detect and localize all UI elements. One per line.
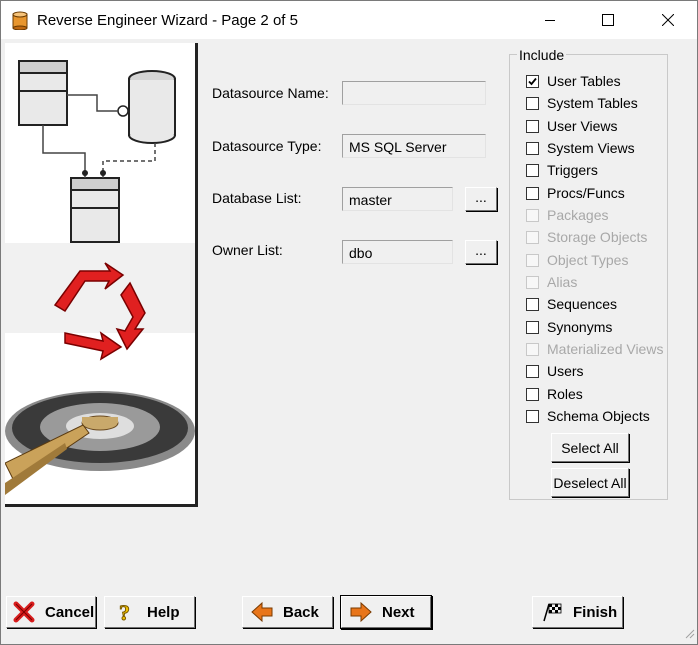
database-app-icon xyxy=(12,11,28,31)
include-option-row[interactable]: Roles xyxy=(526,385,583,403)
include-option-label: Synonyms xyxy=(547,319,613,335)
deselect-all-button[interactable]: Deselect All xyxy=(551,468,629,497)
include-checkbox xyxy=(526,230,539,244)
include-option-label: Triggers xyxy=(547,162,598,178)
minimize-icon[interactable] xyxy=(527,1,573,39)
database-list-browse-button[interactable]: ... xyxy=(465,187,497,211)
include-checkbox[interactable] xyxy=(526,186,539,200)
include-option-label: Alias xyxy=(547,274,578,290)
database-list-field[interactable]: master xyxy=(342,187,453,211)
back-label: Back xyxy=(283,603,319,621)
owner-list-field[interactable]: dbo xyxy=(342,240,453,264)
include-checkbox[interactable] xyxy=(526,163,539,177)
database-list-label: Database List: xyxy=(212,190,302,206)
include-option-row: Packages xyxy=(526,206,608,224)
back-arrow-icon xyxy=(251,601,273,623)
include-checkbox[interactable] xyxy=(526,387,539,401)
include-option-row[interactable]: Procs/Funcs xyxy=(526,184,625,202)
help-label: Help xyxy=(147,603,180,621)
wizard-window: Reverse Engineer Wizard - Page 2 of 5 Da… xyxy=(0,0,698,645)
cancel-button[interactable]: Cancel xyxy=(6,596,96,628)
include-option-label: Procs/Funcs xyxy=(547,185,625,201)
include-checkbox[interactable] xyxy=(526,74,539,88)
title-bar: Reverse Engineer Wizard - Page 2 of 5 xyxy=(1,1,697,39)
help-button[interactable]: ? Help xyxy=(104,596,195,628)
include-checkbox xyxy=(526,275,539,289)
include-checkbox[interactable] xyxy=(526,119,539,133)
window-title: Reverse Engineer Wizard - Page 2 of 5 xyxy=(37,12,298,29)
include-option-label: Schema Objects xyxy=(547,408,650,424)
next-label: Next xyxy=(382,603,415,621)
include-checkbox[interactable] xyxy=(526,364,539,378)
resize-grip-icon[interactable] xyxy=(683,626,695,642)
include-option-label: Roles xyxy=(547,386,583,402)
include-option-row: Materialized Views xyxy=(526,340,663,358)
include-option-row[interactable]: User Views xyxy=(526,117,618,135)
finish-label: Finish xyxy=(573,603,618,621)
include-option-row: Alias xyxy=(526,273,577,291)
cancel-label: Cancel xyxy=(45,603,95,621)
cancel-icon xyxy=(13,601,35,623)
datasource-name-label: Datasource Name: xyxy=(212,85,329,101)
include-option-label: Users xyxy=(547,363,584,379)
include-option-label: User Tables xyxy=(547,73,621,89)
include-checkbox[interactable] xyxy=(526,141,539,155)
maximize-icon[interactable] xyxy=(585,1,631,39)
include-option-label: User Views xyxy=(547,118,618,134)
include-checkbox[interactable] xyxy=(526,409,539,423)
include-option-row[interactable]: Sequences xyxy=(526,295,617,313)
include-option-label: Object Types xyxy=(547,252,629,268)
include-option-label: Sequences xyxy=(547,296,618,312)
include-option-row[interactable]: Triggers xyxy=(526,161,598,179)
include-checkbox[interactable] xyxy=(526,96,539,110)
datasource-name-field[interactable] xyxy=(342,81,486,105)
help-icon: ? xyxy=(115,600,137,626)
include-checkbox xyxy=(526,342,539,356)
svg-text:?: ? xyxy=(119,601,130,623)
include-option-label: System Tables xyxy=(547,95,638,111)
include-option-row[interactable]: System Tables xyxy=(526,94,638,112)
table-diagram-icon xyxy=(18,60,176,243)
next-arrow-icon xyxy=(350,601,372,623)
include-group-title: Include xyxy=(517,47,567,63)
finish-button[interactable]: Finish xyxy=(532,596,623,628)
include-option-row[interactable]: Users xyxy=(526,362,584,380)
owner-list-browse-button[interactable]: ... xyxy=(465,240,497,264)
include-checkbox[interactable] xyxy=(526,297,539,311)
include-option-label: Packages xyxy=(547,207,609,223)
include-option-label: Materialized Views xyxy=(547,341,664,357)
include-option-row[interactable]: Synonyms xyxy=(526,318,612,336)
back-button[interactable]: Back xyxy=(242,596,333,628)
include-option-row: Storage Objects xyxy=(526,228,647,246)
datasource-type-label: Datasource Type: xyxy=(212,138,322,154)
owner-list-label: Owner List: xyxy=(212,242,283,258)
include-option-label: System Views xyxy=(547,140,635,156)
include-checkbox[interactable] xyxy=(526,320,539,334)
include-option-row: Object Types xyxy=(526,251,628,269)
wizard-illustration xyxy=(4,43,198,507)
disk-icon xyxy=(4,391,195,495)
select-all-button[interactable]: Select All xyxy=(551,433,629,462)
include-checkbox xyxy=(526,208,539,222)
checkered-flag-icon xyxy=(541,601,563,623)
next-button[interactable]: Next xyxy=(341,596,431,628)
include-option-row[interactable]: System Views xyxy=(526,139,635,157)
include-option-label: Storage Objects xyxy=(547,229,648,245)
include-option-row[interactable]: Schema Objects xyxy=(526,407,650,425)
datasource-type-field[interactable]: MS SQL Server xyxy=(342,134,486,158)
include-option-row[interactable]: User Tables xyxy=(526,72,621,90)
close-icon[interactable] xyxy=(645,1,691,39)
include-checkbox xyxy=(526,253,539,267)
